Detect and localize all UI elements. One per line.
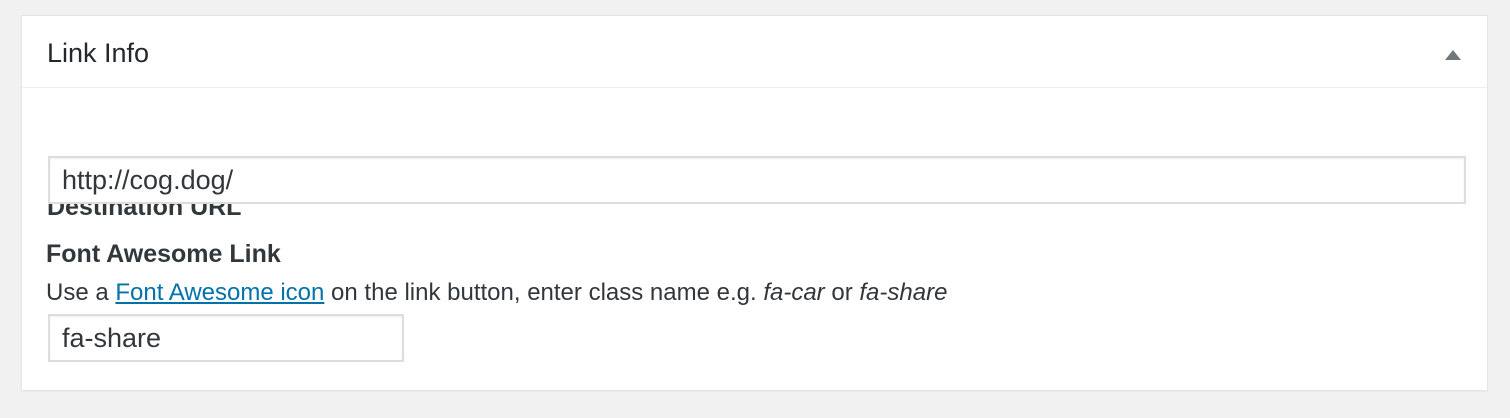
description-prefix: Use a [46,279,116,306]
font-awesome-icon-link[interactable]: Font Awesome icon [115,279,324,306]
description-middle: on the link button, enter class name e.g… [324,279,764,306]
example-fa-car: fa-car [763,279,825,306]
postbox-header[interactable]: Link Info [22,16,1487,88]
destination-url-input[interactable] [48,156,1466,204]
postbox-title: Link Info [47,38,150,68]
triangle-up-icon[interactable] [1441,42,1465,66]
font-awesome-class-input[interactable] [48,314,404,362]
example-fa-share: fa-share [859,279,948,306]
description-or: or [824,279,860,306]
font-awesome-description: Use a Font Awesome icon on the link butt… [46,278,947,308]
